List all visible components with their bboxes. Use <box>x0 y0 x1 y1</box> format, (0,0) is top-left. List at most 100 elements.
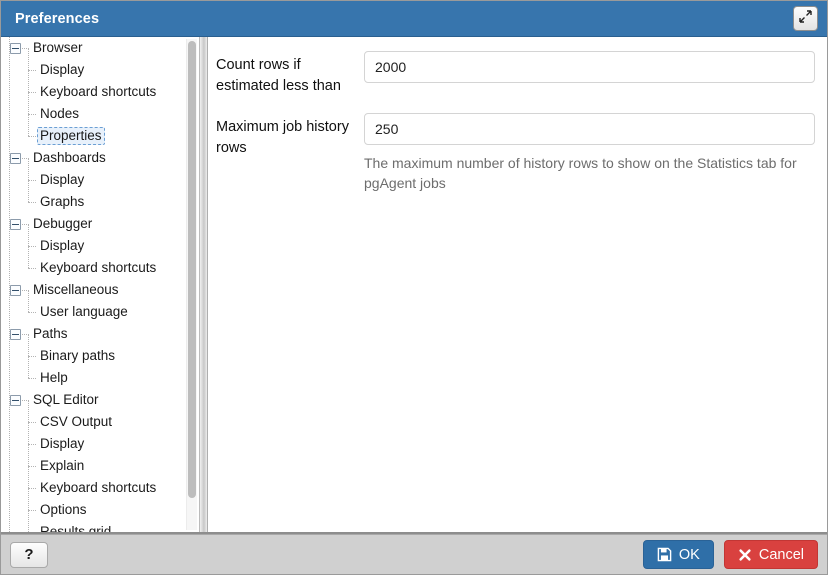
tree-item-label[interactable]: Options <box>37 501 90 519</box>
tree-item-display[interactable]: Display <box>7 224 199 257</box>
tree-connector-line <box>28 444 29 466</box>
tree-item-miscellaneous[interactable]: Miscellaneous <box>7 279 199 301</box>
tree-item-explain[interactable]: Explain <box>7 444 199 477</box>
tree-toggle-collapse-icon[interactable] <box>10 328 21 340</box>
tree-item-label[interactable]: Results grid <box>37 523 115 532</box>
preference-input[interactable] <box>364 113 815 145</box>
help-button[interactable]: ? <box>10 541 48 568</box>
tree-item-label[interactable]: Display <box>37 237 88 255</box>
tree-item-results-grid[interactable]: Results grid <box>7 510 199 532</box>
minus-glyph <box>12 223 19 225</box>
scrollbar-thumb[interactable] <box>188 41 196 498</box>
tree-item-keyboard-shortcuts[interactable]: Keyboard shortcuts <box>7 466 199 499</box>
tree-connector-line <box>28 202 36 203</box>
tree-connector-line <box>28 92 36 93</box>
tree-item-label[interactable]: Keyboard shortcuts <box>37 259 160 277</box>
tree-item-csv-output[interactable]: CSV Output <box>7 400 199 433</box>
tree-item-display[interactable]: Display <box>7 422 199 455</box>
tree-item-label[interactable]: Nodes <box>37 105 83 123</box>
tree-item-help[interactable]: Help <box>7 356 199 389</box>
tree-item-label[interactable]: Explain <box>37 457 88 475</box>
panel-splitter[interactable] <box>199 37 208 532</box>
preferences-tree[interactable]: Browser Display Keyboard shortcuts Nodes Pro… <box>1 37 199 532</box>
tree-connector-line <box>28 444 36 445</box>
tree-item-label[interactable]: Debugger <box>30 215 96 233</box>
tree-toggle-collapse-icon[interactable] <box>10 42 21 54</box>
tree-item-label[interactable]: Miscellaneous <box>30 281 122 299</box>
tree-item-label[interactable]: Display <box>37 61 88 79</box>
tree-connector-line <box>28 92 29 114</box>
tree-item-label[interactable]: Display <box>37 171 88 189</box>
tree-item-user-language[interactable]: User language <box>7 290 199 323</box>
tree-item-debugger[interactable]: Debugger <box>7 213 199 235</box>
tree-item-label[interactable]: Browser <box>30 39 86 57</box>
tree-item-properties[interactable]: Properties <box>7 114 199 147</box>
tree-connector-line <box>28 158 29 180</box>
tree-item-label[interactable]: Properties <box>37 127 105 145</box>
tree-connector-line <box>28 180 29 202</box>
tree-toggle-collapse-icon[interactable] <box>10 394 21 406</box>
minus-glyph <box>12 47 19 49</box>
tree-connector-line <box>28 312 36 313</box>
tree-connector-line <box>28 180 36 181</box>
save-floppy-icon <box>657 547 672 562</box>
tree-item-options[interactable]: Options <box>7 488 199 521</box>
tree-connector-line <box>28 510 36 511</box>
tree-item-browser[interactable]: Browser <box>7 37 199 59</box>
tree-connector-line <box>28 510 29 532</box>
tree-connector-line <box>28 246 29 268</box>
tree-vertical-scrollbar[interactable] <box>186 39 197 530</box>
tree-connector-line <box>28 488 29 510</box>
tree-connector-line <box>28 356 29 378</box>
tree-item-keyboard-shortcuts[interactable]: Keyboard shortcuts <box>7 246 199 279</box>
question-mark-icon: ? <box>24 546 34 563</box>
tree-item-label[interactable]: Graphs <box>37 193 88 211</box>
dialog-body: Browser Display Keyboard shortcuts Nodes Pro… <box>1 37 827 534</box>
tree-connector-line <box>28 466 36 467</box>
tree-item-dashboards[interactable]: Dashboards <box>7 147 199 169</box>
tree-item-paths[interactable]: Paths <box>7 323 199 345</box>
tree-item-binary-paths[interactable]: Binary paths <box>7 334 199 367</box>
tree-item-display[interactable]: Display <box>7 48 199 81</box>
dialog-titlebar: Preferences <box>1 1 827 37</box>
tree-item-label[interactable]: CSV Output <box>37 413 116 431</box>
tree-toggle-collapse-icon[interactable] <box>10 284 21 296</box>
preference-input[interactable] <box>364 51 815 83</box>
tree-item-label[interactable]: Display <box>37 435 88 453</box>
tree-toggle-collapse-icon[interactable] <box>10 218 21 230</box>
tree-item-label[interactable]: User language <box>37 303 131 321</box>
tree-item-display[interactable]: Display <box>7 158 199 191</box>
maximize-button[interactable] <box>793 6 818 31</box>
preference-label: Count rows if estimated less than <box>216 57 341 94</box>
minus-glyph <box>12 289 19 291</box>
tree-item-label[interactable]: Binary paths <box>37 347 119 365</box>
tree-toggle-collapse-icon[interactable] <box>10 152 21 164</box>
tree-connector-line <box>28 246 36 247</box>
close-x-icon <box>738 548 752 562</box>
minus-glyph <box>12 333 19 335</box>
preference-field-column <box>364 51 815 83</box>
tree-connector-line <box>28 422 29 444</box>
tree-connector-line <box>28 466 29 488</box>
preferences-tree-pane: Browser Display Keyboard shortcuts Nodes Pro… <box>1 37 199 532</box>
tree-item-label[interactable]: Keyboard shortcuts <box>37 83 160 101</box>
tree-connector-line <box>28 70 36 71</box>
tree-item-label[interactable]: Keyboard shortcuts <box>37 479 160 497</box>
tree-connector-line <box>28 488 36 489</box>
tree-item-keyboard-shortcuts[interactable]: Keyboard shortcuts <box>7 70 199 103</box>
tree-item-label[interactable]: SQL Editor <box>30 391 102 409</box>
tree-item-sql-editor[interactable]: SQL Editor <box>7 389 199 411</box>
tree-item-label[interactable]: Paths <box>30 325 71 343</box>
tree-connector-line <box>28 136 36 137</box>
tree-connector-line <box>28 48 29 70</box>
cancel-button[interactable]: Cancel <box>723 540 818 569</box>
tree-item-label[interactable]: Dashboards <box>30 149 109 167</box>
minus-glyph <box>12 157 19 159</box>
tree-item-label[interactable]: Help <box>37 369 71 387</box>
tree-item-graphs[interactable]: Graphs <box>7 180 199 213</box>
tree-connector-line <box>28 70 29 92</box>
tree-connector-line <box>28 356 36 357</box>
ok-button[interactable]: OK <box>642 540 714 569</box>
tree-connector-line <box>28 268 36 269</box>
tree-item-nodes[interactable]: Nodes <box>7 92 199 125</box>
